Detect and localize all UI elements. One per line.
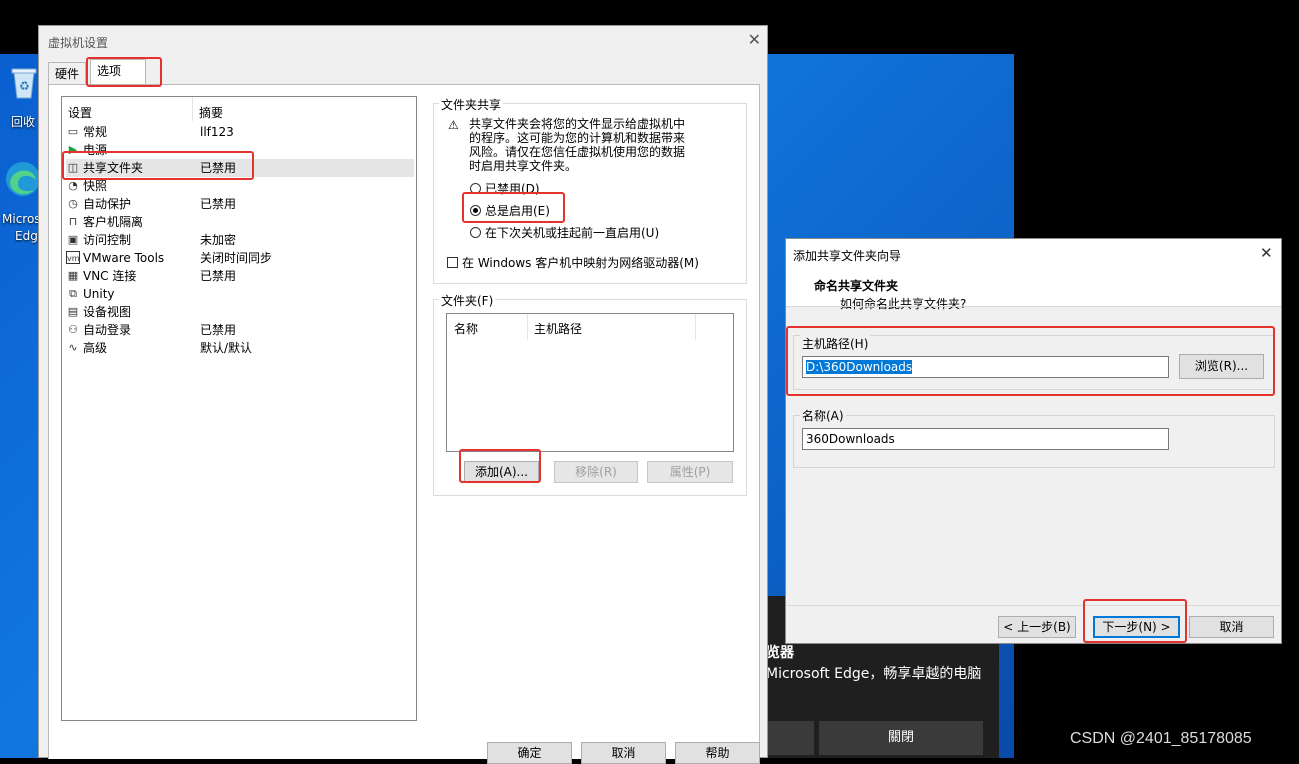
folders-column-name: 名称 <box>454 322 479 336</box>
highlight-host-path <box>786 326 1275 396</box>
settings-item[interactable]: ∿ 高级 默认/默认 <box>66 339 414 357</box>
wizard-close-icon[interactable]: ✕ <box>1260 244 1273 262</box>
name-label: 名称(A) <box>800 407 846 424</box>
settings-item[interactable]: ⊓ 客户机隔离 <box>66 213 414 231</box>
ok-button[interactable]: 确定 <box>487 742 572 764</box>
warning-line-3: 风险。请仅在您信任虚拟机使用您的数据 <box>469 145 686 159</box>
cancel-button[interactable]: 取消 <box>581 742 666 764</box>
settings-item-summary: 已禁用 <box>200 269 237 283</box>
settings-item-name: 访问控制 <box>83 233 132 247</box>
warning-icon: ⚠ <box>448 118 459 132</box>
vnc-icon: ▦ <box>67 269 79 282</box>
advanced-icon: ∿ <box>68 341 78 354</box>
settings-item-name: VNC 连接 <box>83 269 137 283</box>
access-control-icon: ▣ <box>67 233 79 246</box>
highlight-next-button <box>1083 599 1187 643</box>
warning-line-1: 共享文件夹会将您的文件显示给虚拟机中 <box>469 117 686 131</box>
tab-hardware[interactable]: 硬件 <box>48 62 87 85</box>
vm-settings-dialog: 虚拟机设置 ✕ 硬件 选项 设置 摘要 ▭ 常规 llf123 ▶ 电源 ◫ 共享文件夹 已禁… <box>38 25 768 764</box>
folders-column-divider-2 <box>695 314 696 340</box>
warning-line-2: 的程序。这可能为您的计算机和数据带来 <box>469 131 686 145</box>
properties-button[interactable]: 属性(P) <box>647 461 733 483</box>
settings-item-name: 自动登录 <box>83 323 132 337</box>
settings-item[interactable]: ▤ 设备视图 <box>66 303 414 321</box>
settings-item-summary: 未加密 <box>200 233 237 247</box>
settings-item-summary: 已禁用 <box>200 197 237 211</box>
toast-title: 览器 <box>766 645 794 661</box>
header-divider <box>786 306 1281 307</box>
map-drive-checkbox[interactable] <box>447 257 458 268</box>
settings-item-name: Unity <box>83 287 115 301</box>
edge-label-2: Edg <box>15 229 38 243</box>
footer-divider <box>786 605 1281 606</box>
snapshot-icon: ◔ <box>68 179 78 192</box>
watermark: CSDN @2401_85178085 <box>1070 730 1252 747</box>
add-shared-folder-wizard: 添加共享文件夹向导 ✕ 命名共享文件夹 如何命名此共享文件夹? 主机路径(H) … <box>785 238 1282 644</box>
settings-item-summary: 默认/默认 <box>200 341 253 355</box>
highlight-add-button <box>459 449 541 483</box>
sharing-warning: 共享文件夹会将您的文件显示给虚拟机中 的程序。这可能为您的计算机和数据带来 风险… <box>469 117 685 173</box>
column-divider <box>192 97 193 121</box>
settings-item-summary: llf123 <box>200 125 234 139</box>
settings-item-name: 高级 <box>83 341 108 355</box>
settings-item[interactable]: ⧉ Unity <box>66 285 414 303</box>
folder-sharing-label: 文件夹共享 <box>439 96 504 113</box>
settings-list[interactable]: 设置 摘要 ▭ 常规 llf123 ▶ 电源 ◫ 共享文件夹 已禁用 ◔ 快照 ◷ 自动保护 已禁用 ⊓ 客… <box>61 96 417 721</box>
dialog-title: 虚拟机设置 <box>48 36 109 50</box>
recycle-bin-label: 回收 <box>11 115 36 129</box>
column-setting: 设置 <box>68 106 93 120</box>
vmware-tools-icon: vm <box>66 251 80 264</box>
wizard-cancel-button[interactable]: 取消 <box>1189 616 1274 638</box>
edge-label-1: Micros <box>2 212 41 226</box>
highlight-always-enabled <box>462 192 565 223</box>
radio-until-poweroff-label: 在下次关机或挂起前一直启用(U) <box>485 226 660 240</box>
settings-item[interactable]: ▭ 常规 llf123 <box>66 123 414 141</box>
remove-button[interactable]: 移除(R) <box>554 461 638 483</box>
recycle-bin-icon[interactable]: ♻ <box>8 64 40 100</box>
isolation-icon: ⊓ <box>68 215 78 228</box>
close-icon[interactable]: ✕ <box>748 30 761 49</box>
device-view-icon: ▤ <box>67 305 79 318</box>
toast-body: Microsoft Edge，畅享卓越的电脑 <box>766 666 982 682</box>
highlight-shared-folders <box>62 151 254 180</box>
settings-item-name: 自动保护 <box>83 197 132 211</box>
unity-icon: ⧉ <box>69 287 77 300</box>
highlight-options-tab <box>86 57 162 87</box>
settings-item-name: 设备视图 <box>83 305 132 319</box>
general-icon: ▭ <box>67 125 79 138</box>
edge-icon[interactable] <box>4 160 42 198</box>
settings-item[interactable]: vm VMware Tools 关闭时间同步 <box>66 249 414 267</box>
settings-item-name: 客户机隔离 <box>83 215 144 229</box>
warning-line-4: 时启用共享文件夹。 <box>469 159 578 173</box>
autoprotect-icon: ◷ <box>68 197 78 210</box>
svg-text:♻: ♻ <box>19 79 30 93</box>
settings-item-name: 常规 <box>83 125 108 139</box>
settings-item-name: VMware Tools <box>83 251 165 265</box>
autologin-icon: ⚇ <box>68 323 78 336</box>
settings-item[interactable]: ▦ VNC 连接 已禁用 <box>66 267 414 285</box>
toast-close-button[interactable]: 關閉 <box>819 721 983 755</box>
settings-item[interactable]: ▣ 访问控制 未加密 <box>66 231 414 249</box>
wizard-heading: 命名共享文件夹 <box>814 279 899 293</box>
folders-label: 文件夹(F) <box>439 292 496 309</box>
map-drive-label: 在 Windows 客户机中映射为网络驱动器(M) <box>462 256 699 270</box>
help-button[interactable]: 帮助 <box>675 742 760 764</box>
settings-item-summary: 已禁用 <box>200 323 237 337</box>
back-button[interactable]: < 上一步(B) <box>998 616 1076 638</box>
name-input[interactable]: 360Downloads <box>802 428 1169 450</box>
folders-column-divider <box>527 314 528 340</box>
wizard-subheading: 如何命名此共享文件夹? <box>840 297 967 311</box>
wizard-title: 添加共享文件夹向导 <box>793 249 902 263</box>
folders-list[interactable]: 名称 主机路径 <box>446 313 734 452</box>
settings-item[interactable]: ⚇ 自动登录 已禁用 <box>66 321 414 339</box>
settings-item[interactable]: ◷ 自动保护 已禁用 <box>66 195 414 213</box>
folders-column-path: 主机路径 <box>534 322 583 336</box>
column-summary: 摘要 <box>199 106 224 120</box>
radio-until-poweroff[interactable] <box>470 227 481 238</box>
settings-item-summary: 关闭时间同步 <box>200 251 273 265</box>
